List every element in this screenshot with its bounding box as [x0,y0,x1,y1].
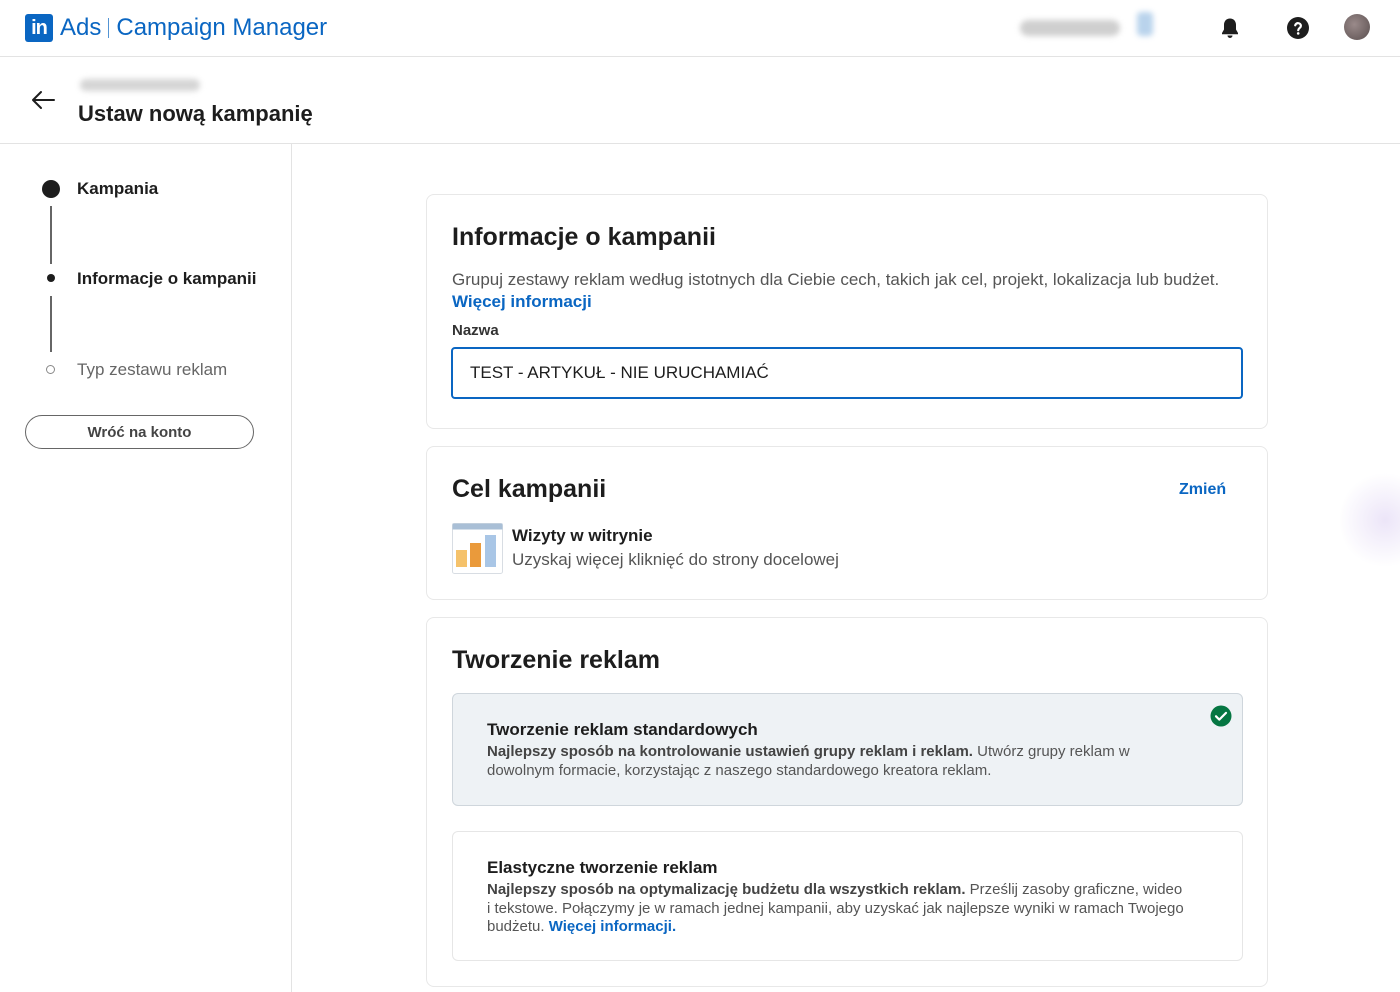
page-header: Ustaw nową kampanię [0,57,1400,144]
account-switcher-icon[interactable] [1137,12,1153,36]
top-navigation-bar: in Ads Campaign Manager [0,0,1400,57]
option-title: Elastyczne tworzenie reklam [487,858,718,877]
campaign-goal-title: Cel kampanii [452,475,607,503]
account-switcher-blurred[interactable] [1020,20,1120,36]
goal-name: Wizyty w witrynie [512,526,653,545]
option-description: Najlepszy sposób na kontrolowanie ustawi… [487,743,1187,780]
user-avatar[interactable] [1344,14,1370,40]
step-complete-indicator [42,180,60,198]
back-to-account-button[interactable]: Wróć na konto [25,415,254,449]
campaign-name-input[interactable] [451,347,1243,399]
back-arrow-icon[interactable] [30,87,56,113]
flexible-ad-creation-option[interactable]: Elastyczne tworzenie reklam Najlepszy sp… [452,831,1243,961]
step-campaign[interactable]: Kampania [77,179,158,199]
brand-logo[interactable]: in Ads Campaign Manager [25,14,327,42]
website-visits-chart-icon [452,523,503,574]
step-ad-set-type[interactable]: Typ zestawu reklam [77,360,227,380]
option-description: Najlepszy sposób na optymalizację budżet… [487,881,1187,937]
step-upcoming-indicator [46,365,55,374]
name-field-label: Nazwa [452,322,499,339]
step-connector [50,296,52,352]
brand-product-label: Campaign Manager [116,14,328,41]
standard-ad-creation-option[interactable]: Tworzenie reklam standardowych Najlepszy… [452,693,1243,806]
option-title: Tworzenie reklam standardowych [487,720,758,739]
ad-creation-card: Tworzenie reklam Tworzenie reklam standa… [426,617,1268,987]
campaign-goal-card: Cel kampanii Zmień Wizyty w witrynie Uzy… [426,446,1268,600]
steps-sidebar: Kampania Informacje o kampanii Typ zesta… [0,144,292,992]
goal-description: Uzyskaj więcej kliknięć do strony docelo… [512,550,839,569]
page-title: Ustaw nową kampanię [78,101,313,126]
option-description-bold: Najlepszy sposób na kontrolowanie ustawi… [487,743,973,760]
ad-creation-title: Tworzenie reklam [452,646,660,674]
option-more-info-link[interactable]: Więcej informacji. [549,918,676,935]
campaign-info-description: Grupuj zestawy reklam według istotnych d… [452,270,1220,289]
selected-check-icon [1210,705,1232,727]
campaign-info-card: Informacje o kampanii Grupuj zestawy rek… [426,194,1268,429]
step-current-indicator [47,274,55,282]
linkedin-logo-icon: in [25,14,53,42]
option-description-bold: Najlepszy sposób na optymalizację budżet… [487,881,966,898]
account-name-blurred [80,79,200,91]
brand-ads-label: Ads [60,14,102,41]
step-campaign-info[interactable]: Informacje o kampanii [77,269,257,289]
change-goal-link[interactable]: Zmień [1179,481,1226,499]
notifications-bell-icon[interactable] [1218,16,1242,40]
decorative-glow [1340,470,1400,570]
brand-divider [108,18,110,38]
campaign-info-title: Informacje o kampanii [452,223,716,251]
help-icon[interactable] [1286,16,1310,40]
more-info-link[interactable]: Więcej informacji [452,292,592,312]
step-connector [50,206,52,264]
